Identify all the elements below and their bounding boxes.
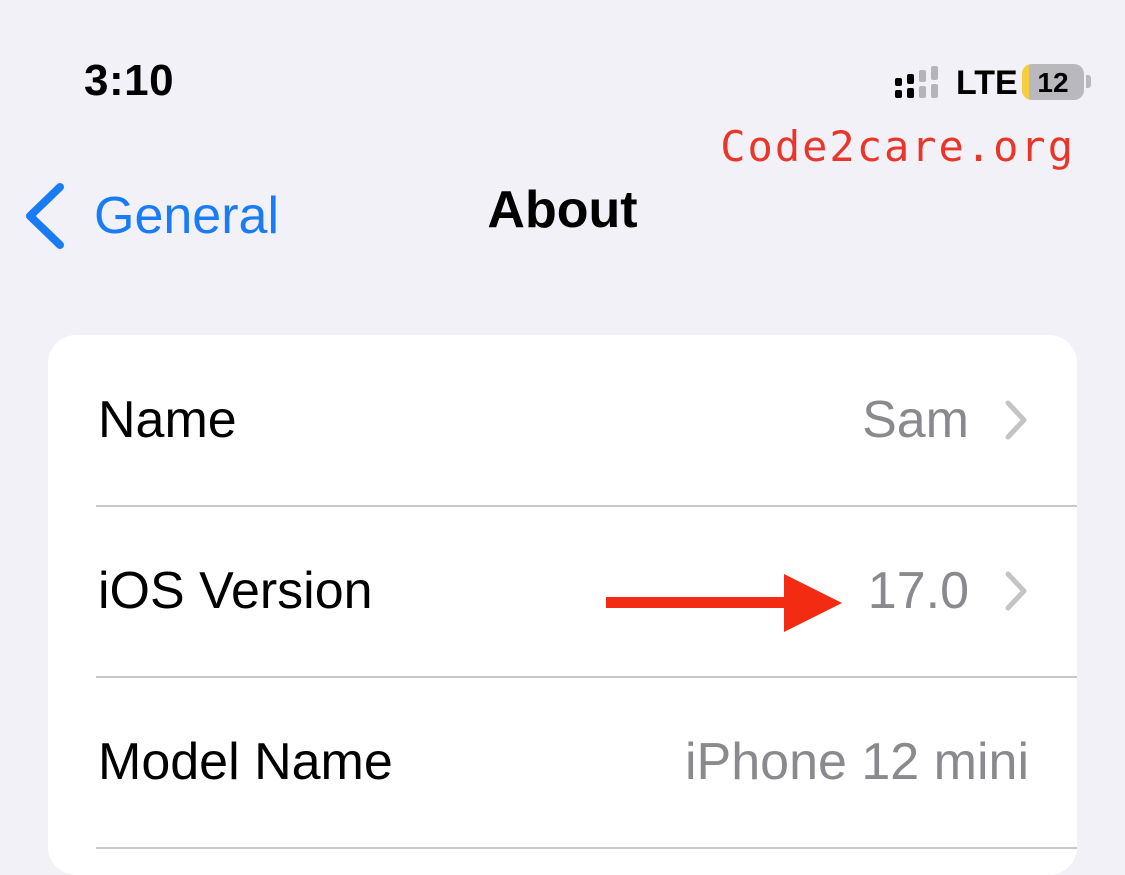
page-title: About [487, 181, 638, 239]
about-card: Name Sam iOS Version 17.0 Model Name iPh… [48, 335, 1077, 875]
chevron-right-icon [1005, 571, 1027, 611]
chevron-right-icon [1005, 400, 1027, 440]
battery-tip [1086, 75, 1091, 88]
status-time: 3:10 [84, 56, 175, 105]
row-value: 17.0 [867, 562, 969, 620]
row-label: Model Name [98, 733, 393, 791]
battery-level: 12 [1037, 67, 1069, 98]
row-value: iPhone 12 mini [685, 733, 1029, 791]
status-bar: 3:10 LTE 12 [0, 0, 1125, 130]
divider [96, 847, 1077, 849]
row-label: iOS Version [98, 562, 373, 620]
battery-icon: 12 [1022, 64, 1084, 100]
row-label: Name [98, 391, 237, 449]
annotation-arrow [606, 574, 842, 632]
row-name[interactable]: Name Sam [48, 335, 1077, 505]
row-ios-version[interactable]: iOS Version 17.0 [48, 506, 1077, 676]
row-model-name: Model Name iPhone 12 mini [48, 677, 1077, 847]
signal-bars-icon [895, 66, 938, 98]
watermark: Code2care.org [720, 122, 1075, 171]
network-type: LTE [956, 64, 1018, 102]
row-value: Sam [862, 391, 969, 449]
